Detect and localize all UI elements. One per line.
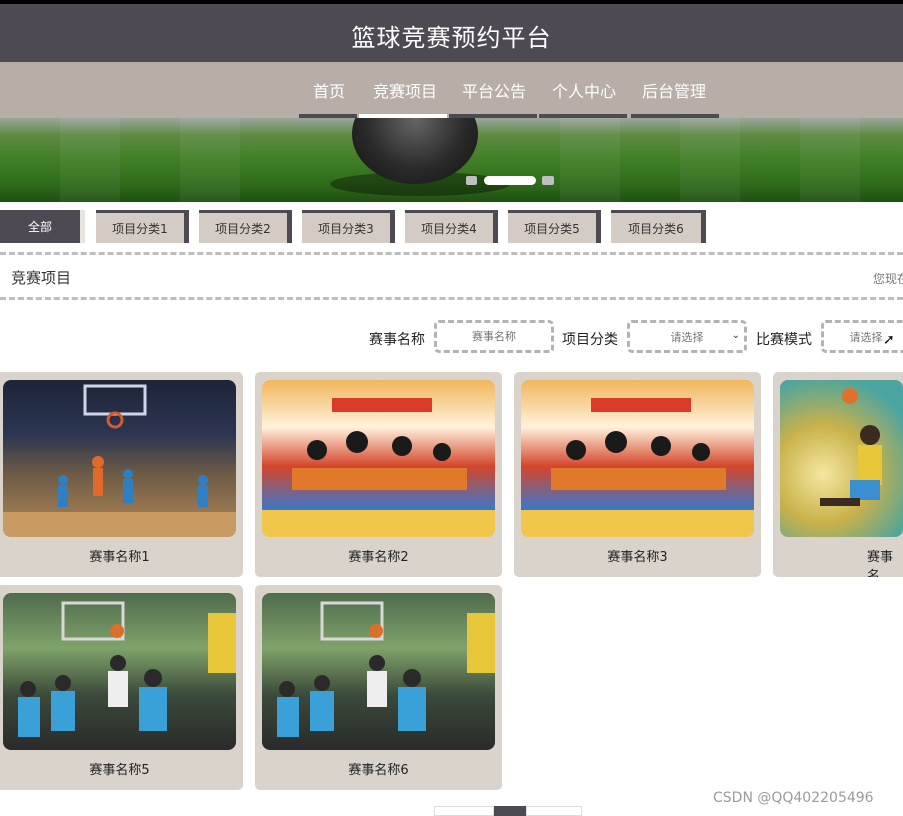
breadcrumb: 您现在 xyxy=(873,272,903,286)
event-card[interactable]: 赛事名称1 xyxy=(0,372,243,577)
event-name-input[interactable] xyxy=(434,320,554,353)
watermark: CSDN @QQ402205496 xyxy=(713,790,874,806)
nav-item-home[interactable]: 首页 xyxy=(313,78,345,102)
section-title: 竞赛项目 xyxy=(11,269,72,287)
header-bar: 篮球竞赛预约平台 xyxy=(0,0,903,62)
chevron-down-icon: ⌄ xyxy=(731,330,740,341)
section-header: 竞赛项目 您现在 xyxy=(0,252,903,300)
nav-item-profile[interactable]: 个人中心 xyxy=(552,78,616,102)
mode-select-value: 请选择 xyxy=(849,330,883,344)
grass-stripe xyxy=(560,118,620,202)
event-name: 赛事名称5 xyxy=(89,763,150,778)
category-select[interactable]: 请选择 ⌄ xyxy=(627,320,747,353)
recruit-poster-illustration xyxy=(262,398,495,537)
pager-prev-button[interactable] xyxy=(434,806,494,816)
event-card[interactable]: 赛事名称6 xyxy=(255,585,502,790)
event-card[interactable]: 赛事名称3 xyxy=(514,372,761,577)
event-image xyxy=(521,380,754,537)
event-name: 赛事名 xyxy=(867,550,894,577)
event-name: 赛事名称6 xyxy=(348,763,409,778)
main-nav: 首页 竞赛项目 平台公告 个人中心 后台管理 xyxy=(0,62,903,118)
carousel-dot[interactable] xyxy=(466,176,477,185)
site-title: 篮球竞赛预约平台 xyxy=(351,24,552,52)
category-tab-1[interactable]: 项目分类1 xyxy=(96,210,189,243)
grass-stripe xyxy=(800,118,860,202)
category-select-value: 请选择 xyxy=(670,330,704,344)
category-tab-5[interactable]: 项目分类5 xyxy=(508,210,601,243)
event-image xyxy=(262,380,495,537)
event-image xyxy=(3,593,236,750)
category-tab-all[interactable]: 全部 xyxy=(0,210,85,243)
carousel-dot[interactable] xyxy=(542,176,554,185)
event-card[interactable]: 赛事名称2 xyxy=(255,372,502,577)
nav-item-competitions[interactable]: 竞赛项目 xyxy=(373,78,437,102)
outdoor-game-illustration xyxy=(277,601,495,737)
event-image xyxy=(262,593,495,750)
mouse-cursor-icon: ➚ xyxy=(883,332,895,348)
event-name-label: 赛事名称 xyxy=(369,332,425,348)
category-tab-2[interactable]: 项目分类2 xyxy=(199,210,292,243)
grass-stripe xyxy=(180,118,240,202)
event-name: 赛事名称1 xyxy=(89,550,150,565)
nav-item-admin[interactable]: 后台管理 xyxy=(642,78,706,102)
dunk-illustration xyxy=(820,388,882,506)
event-card[interactable]: 赛事名 xyxy=(773,372,903,577)
category-tab-3[interactable]: 项目分类3 xyxy=(302,210,395,243)
recruit-poster-illustration xyxy=(521,398,754,537)
event-image xyxy=(3,380,236,537)
event-image xyxy=(780,380,903,537)
event-card[interactable]: 赛事名称5 xyxy=(0,585,243,790)
banner-carousel[interactable] xyxy=(0,118,903,202)
grass-stripe xyxy=(680,118,740,202)
category-tab-6[interactable]: 项目分类6 xyxy=(611,210,706,243)
pager-page-active[interactable] xyxy=(494,806,526,816)
pager-next-button[interactable] xyxy=(526,806,582,816)
indoor-court-illustration xyxy=(3,384,236,537)
event-name: 赛事名称2 xyxy=(348,550,409,565)
grass-stripe xyxy=(60,118,120,202)
nav-item-announcements[interactable]: 平台公告 xyxy=(462,78,526,102)
category-tab-4[interactable]: 项目分类4 xyxy=(405,210,498,243)
category-label: 项目分类 xyxy=(562,332,618,348)
event-name: 赛事名称3 xyxy=(607,550,668,565)
mode-label: 比赛模式 xyxy=(756,332,812,348)
carousel-dot-active[interactable] xyxy=(484,176,536,185)
outdoor-game-illustration xyxy=(18,601,236,737)
